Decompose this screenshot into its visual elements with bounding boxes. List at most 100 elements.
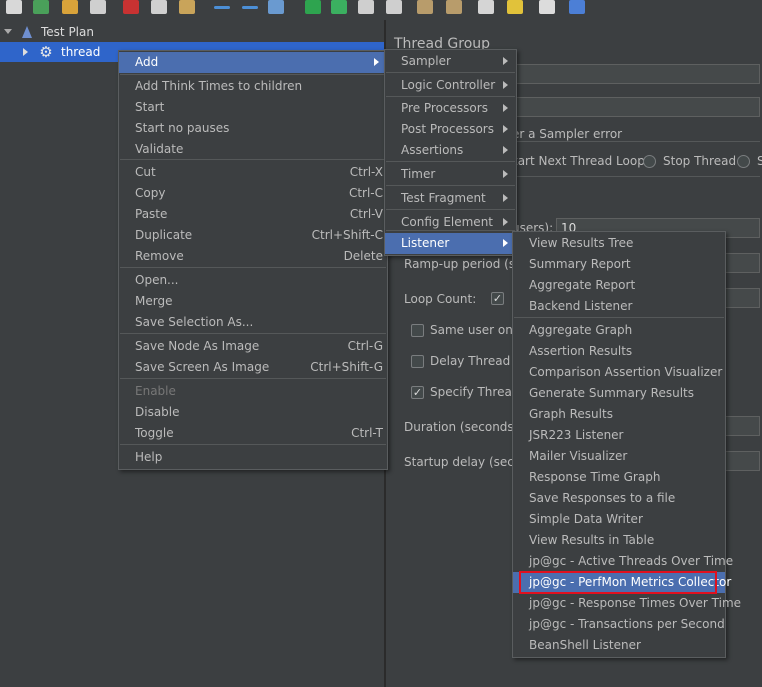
shutdown-icon[interactable]	[386, 0, 402, 14]
menu-item-label: View Results Tree	[529, 236, 634, 250]
add-item-logic-controller[interactable]: Logic Controller	[385, 75, 516, 96]
menu-item-label: Summary Report	[529, 257, 631, 271]
clear-icon[interactable]	[417, 0, 433, 14]
listener-item-jp-gc-transactions-per-second[interactable]: jp@gc - Transactions per Second	[513, 614, 725, 635]
listener-item-jp-gc-active-threads-over-time[interactable]: jp@gc - Active Threads Over Time	[513, 551, 733, 572]
listener-item-aggregate-report[interactable]: Aggregate Report	[513, 275, 725, 296]
menu-item-disable[interactable]: Disable	[119, 402, 387, 423]
expand-icon[interactable]	[214, 6, 230, 9]
listener-item-comparison-assertion-visualizer[interactable]: Comparison Assertion Visualizer	[513, 362, 725, 383]
listener-item-assertion-results[interactable]: Assertion Results	[513, 341, 725, 362]
menu-item-shortcut: Ctrl+Shift-C	[311, 228, 383, 242]
menu-item-save-node-as-image[interactable]: Save Node As Image Ctrl-G	[119, 336, 387, 357]
radio-stop-test[interactable]	[737, 155, 750, 168]
tree-node-test-plan[interactable]: Test Plan	[0, 22, 384, 42]
collapse-icon[interactable]	[242, 6, 258, 9]
cut-icon[interactable]	[123, 0, 139, 14]
menu-item-add[interactable]: Add	[119, 52, 387, 73]
specify-thread-checkbox[interactable]: ✓	[411, 386, 424, 399]
add-item-test-fragment[interactable]: Test Fragment	[385, 188, 516, 209]
listener-item-mailer-visualizer[interactable]: Mailer Visualizer	[513, 446, 725, 467]
chevron-down-icon[interactable]	[4, 29, 12, 34]
toggle-icon[interactable]	[268, 0, 284, 14]
start-icon[interactable]	[305, 0, 321, 14]
same-user-checkbox[interactable]	[411, 324, 424, 337]
copy-icon[interactable]	[151, 0, 167, 14]
sampler-error-label: er a Sampler error	[512, 127, 623, 141]
menu-item-shortcut: Delete	[343, 249, 383, 263]
chevron-right-icon[interactable]	[23, 48, 28, 56]
listener-item-backend-listener[interactable]: Backend Listener	[513, 296, 725, 317]
menu-item-remove[interactable]: Remove Delete	[119, 246, 387, 267]
add-item-sampler[interactable]: Sampler	[385, 51, 516, 72]
listener-item-save-responses-to-a-file[interactable]: Save Responses to a file	[513, 488, 725, 509]
save-icon[interactable]	[90, 0, 106, 14]
infinite-checkbox[interactable]: ✓	[491, 292, 504, 305]
open-folder-icon[interactable]	[62, 0, 78, 14]
add-item-timer[interactable]: Timer	[385, 164, 516, 185]
clear-all-icon[interactable]	[446, 0, 462, 14]
radio-start-next-loop-label: tart Next Thread Loop	[513, 154, 645, 168]
paste-icon[interactable]	[179, 0, 195, 14]
menu-item-label: Test Fragment	[401, 191, 486, 205]
reset-search-icon[interactable]	[507, 0, 523, 14]
menu-item-merge[interactable]: Merge	[119, 291, 387, 312]
menu-separator	[514, 317, 724, 318]
listener-item-jsr223-listener[interactable]: JSR223 Listener	[513, 425, 725, 446]
menu-item-validate[interactable]: Validate	[119, 139, 387, 160]
listener-item-simple-data-writer[interactable]: Simple Data Writer	[513, 509, 725, 530]
menu-item-label: Open...	[135, 273, 179, 287]
listener-item-response-time-graph[interactable]: Response Time Graph	[513, 467, 725, 488]
listener-item-view-results-in-table[interactable]: View Results in Table	[513, 530, 725, 551]
listener-item-generate-summary-results[interactable]: Generate Summary Results	[513, 383, 725, 404]
help-icon[interactable]	[569, 0, 585, 14]
new-document-icon[interactable]	[6, 0, 22, 14]
chevron-right-icon	[503, 170, 508, 178]
menu-item-label: Enable	[135, 384, 176, 398]
delay-thread-checkbox[interactable]	[411, 355, 424, 368]
test-plan-icon	[22, 26, 32, 38]
menu-item-enable[interactable]: Enable	[119, 381, 387, 402]
radio-stop-thread-label: Stop Thread	[663, 154, 737, 168]
menu-item-paste[interactable]: Paste Ctrl-V	[119, 204, 387, 225]
menu-item-save-selection-as[interactable]: Save Selection As...	[119, 312, 387, 333]
menu-item-label: Aggregate Report	[529, 278, 636, 292]
menu-item-help[interactable]: Help	[119, 447, 387, 468]
highlight-annotation-box	[519, 571, 717, 594]
menu-item-label: Paste	[135, 207, 168, 221]
listener-item-aggregate-graph[interactable]: Aggregate Graph	[513, 320, 725, 341]
menu-item-save-screen-as-image[interactable]: Save Screen As Image Ctrl+Shift-G	[119, 357, 387, 378]
templates-icon[interactable]	[33, 0, 49, 14]
menu-item-label: Disable	[135, 405, 180, 419]
menu-item-duplicate[interactable]: Duplicate Ctrl+Shift-C	[119, 225, 387, 246]
listener-item-jp-gc-response-times-over-time[interactable]: jp@gc - Response Times Over Time	[513, 593, 741, 614]
listener-item-view-results-tree[interactable]: View Results Tree	[513, 233, 725, 254]
menu-item-label: Remove	[135, 249, 184, 263]
add-item-assertions[interactable]: Assertions	[385, 140, 516, 161]
radio-stop-thread[interactable]	[643, 155, 656, 168]
search-icon[interactable]	[478, 0, 494, 14]
add-item-post-processors[interactable]: Post Processors	[385, 119, 516, 140]
start-no-pauses-icon[interactable]	[331, 0, 347, 14]
menu-separator	[386, 96, 515, 97]
menu-item-label: Toggle	[135, 426, 174, 440]
listener-item-beanshell-listener[interactable]: BeanShell Listener	[513, 635, 725, 656]
menu-item-start-no-pauses[interactable]: Start no pauses	[119, 118, 387, 139]
add-item-pre-processors[interactable]: Pre Processors	[385, 98, 516, 119]
menu-item-open[interactable]: Open...	[119, 270, 387, 291]
menu-item-copy[interactable]: Copy Ctrl-C	[119, 183, 387, 204]
menu-item-toggle[interactable]: Toggle Ctrl-T	[119, 423, 387, 444]
listener-item-graph-results[interactable]: Graph Results	[513, 404, 725, 425]
menu-item-start[interactable]: Start	[119, 97, 387, 118]
menu-item-add-think-times-to-children[interactable]: Add Think Times to children	[119, 76, 387, 97]
add-item-listener[interactable]: Listener	[385, 233, 516, 254]
radio-trailing-label: S	[757, 154, 762, 168]
function-helper-icon[interactable]	[539, 0, 555, 14]
stop-icon[interactable]	[358, 0, 374, 14]
menu-item-cut[interactable]: Cut Ctrl-X	[119, 162, 387, 183]
menu-item-label: Assertion Results	[529, 344, 633, 358]
listener-item-summary-report[interactable]: Summary Report	[513, 254, 725, 275]
menu-item-label: Sampler	[401, 54, 451, 68]
menu-item-label: View Results in Table	[529, 533, 655, 547]
add-item-config-element[interactable]: Config Element	[385, 212, 516, 233]
